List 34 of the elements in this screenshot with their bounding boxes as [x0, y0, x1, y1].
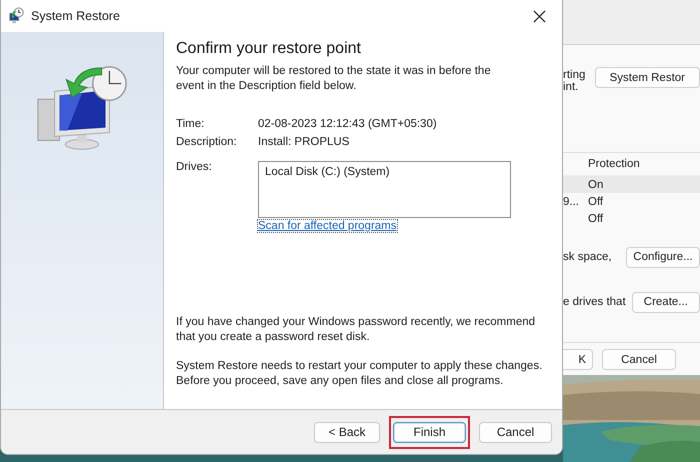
finish-button[interactable]: Finish: [393, 422, 466, 442]
drives-label: Drives:: [176, 161, 213, 175]
table-cell-text: 9...: [563, 196, 580, 208]
system-restore-icon: [7, 7, 25, 25]
field-label: Description:: [176, 135, 238, 150]
back-button[interactable]: < Back: [314, 422, 380, 442]
heading: Confirm your restore point: [176, 40, 362, 58]
partial-text: int.: [563, 81, 580, 93]
table-cell: Off: [588, 212, 604, 224]
column-header: Protection: [588, 158, 640, 170]
scan-link[interactable]: Scan for affected programs: [258, 220, 396, 232]
cancel-button[interactable]: Cancel: [602, 349, 676, 370]
restart-note: System Restore needs to restart your computer to apply these changes. Before you proceed, save any open files and close all programs.: [176, 359, 544, 389]
table-row[interactable]: 9... Off: [563, 193, 700, 210]
partial-text: sk space,: [563, 251, 612, 263]
table-cell: Off: [588, 196, 604, 208]
field-value: Install: PROPLUS: [258, 135, 350, 150]
table-row[interactable]: On: [563, 176, 700, 193]
drives-list[interactable]: Local Disk (C:) (System): [258, 161, 511, 218]
partial-text: rting: [563, 69, 586, 81]
intro-text: Your computer will be restored to the state it was in before the event in the Description field below.: [176, 64, 492, 94]
configure-button[interactable]: Configure...: [626, 246, 700, 268]
table-row[interactable]: Off: [563, 210, 700, 227]
system-restore-button[interactable]: System Restor: [594, 67, 700, 88]
field-label: Time:: [176, 117, 206, 132]
window-title: System Restore: [31, 9, 120, 23]
table-cell: On: [588, 178, 604, 190]
partial-text: e drives that: [563, 296, 626, 308]
close-icon[interactable]: [533, 10, 546, 22]
cancel-button[interactable]: Cancel: [479, 422, 552, 442]
password-note: If you have changed your Windows password recently, we recommend that you create a password reset disk.: [176, 315, 536, 345]
field-value: 02-08-2023 12:12:43 (GMT+05:30): [258, 117, 437, 132]
drive-item[interactable]: Local Disk (C:) (System): [265, 166, 504, 178]
create-button[interactable]: Create...: [632, 292, 700, 312]
